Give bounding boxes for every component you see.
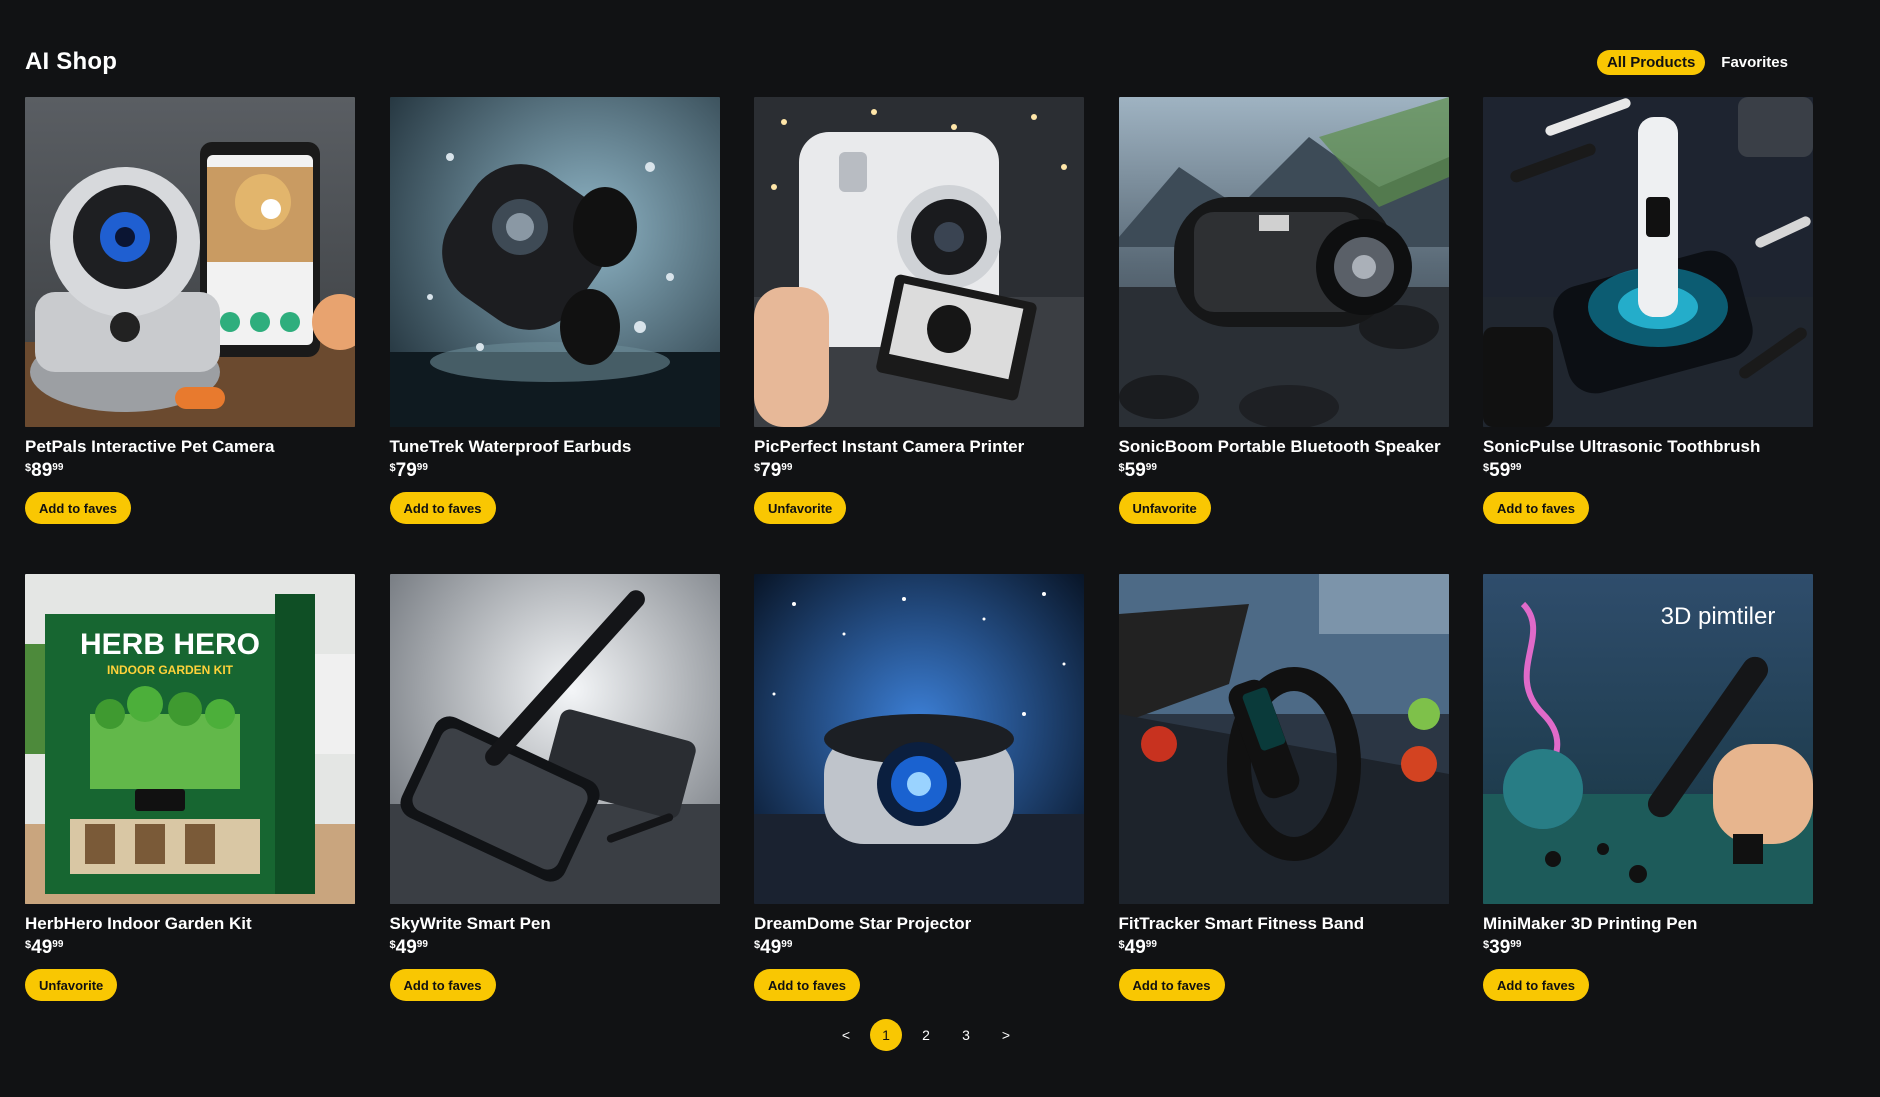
product-name[interactable]: DreamDome Star Projector — [754, 913, 1084, 935]
product-name[interactable]: PetPals Interactive Pet Camera — [25, 436, 355, 458]
product-price: $ 49 99 — [25, 937, 64, 958]
product-image-garden-kit[interactable]: HERB HERO INDOOR GARDEN KIT — [25, 574, 355, 904]
product-image-pet-camera[interactable] — [25, 97, 355, 427]
product-image-toothbrush[interactable] — [1483, 97, 1813, 427]
product-card: TuneTrek Waterproof Earbuds $ 79 99 Add … — [389, 97, 720, 574]
product-price: $ 79 99 — [389, 460, 428, 481]
add-to-faves-button[interactable]: Add to faves — [1483, 969, 1590, 1001]
prev-page-button[interactable]: < — [830, 1019, 862, 1051]
product-name[interactable]: MiniMaker 3D Printing Pen — [1483, 913, 1813, 935]
page-2-button[interactable]: 2 — [910, 1019, 942, 1051]
product-card: PicPerfect Instant Camera Printer $ 79 9… — [754, 97, 1084, 574]
top-nav: All Products Favorites — [1596, 49, 1798, 75]
add-to-faves-button[interactable]: Add to faves — [1483, 492, 1590, 524]
product-name[interactable]: PicPerfect Instant Camera Printer — [754, 436, 1084, 458]
product-image-fitness-band[interactable] — [1118, 574, 1449, 904]
unfavorite-button[interactable]: Unfavorite — [754, 492, 847, 524]
product-image-speaker[interactable] — [1118, 97, 1449, 427]
product-card: SonicPulse Ultrasonic Toothbrush $ 59 99… — [1483, 97, 1813, 574]
product-price: $ 49 99 — [1118, 937, 1157, 958]
product-card: SonicBoom Portable Bluetooth Speaker $ 5… — [1118, 97, 1449, 574]
product-card: 3D pimtiler MiniMaker 3D Printing Pen $ … — [1483, 574, 1813, 1051]
page-3-button[interactable]: 3 — [950, 1019, 982, 1051]
product-price: $ 59 99 — [1118, 460, 1157, 481]
product-card: FitTracker Smart Fitness Band $ 49 99 Ad… — [1118, 574, 1449, 1051]
product-card: HERB HERO INDOOR GARDEN KIT HerbHero Ind… — [25, 574, 355, 1051]
product-name[interactable]: SonicPulse Ultrasonic Toothbrush — [1483, 436, 1813, 458]
app-root: AI Shop All Products Favorites PetPals I… — [0, 0, 1880, 1097]
product-image-star-projector[interactable] — [754, 574, 1084, 904]
add-to-faves-button[interactable]: Add to faves — [25, 492, 132, 524]
product-image-earbuds[interactable] — [389, 97, 720, 427]
nav-favorites[interactable]: Favorites — [1711, 50, 1798, 75]
product-name[interactable]: SonicBoom Portable Bluetooth Speaker — [1119, 436, 1449, 458]
product-image-instant-camera[interactable] — [754, 97, 1084, 427]
add-to-faves-button[interactable]: Add to faves — [1118, 969, 1225, 1001]
product-image-3d-pen[interactable]: 3D pimtiler — [1483, 574, 1813, 904]
nav-all-products[interactable]: All Products — [1596, 49, 1706, 75]
product-card: DreamDome Star Projector $ 49 99 Add to … — [754, 574, 1084, 1051]
product-price: $ 39 99 — [1483, 937, 1522, 958]
add-to-faves-button[interactable]: Add to faves — [389, 492, 496, 524]
product-image-smart-pen[interactable] — [389, 574, 720, 904]
page-title: AI Shop — [25, 48, 118, 75]
unfavorite-button[interactable]: Unfavorite — [25, 969, 118, 1001]
product-price: $ 49 99 — [389, 937, 428, 958]
product-name[interactable]: FitTracker Smart Fitness Band — [1119, 913, 1449, 935]
product-card: SkyWrite Smart Pen $ 49 99 Add to faves — [389, 574, 720, 1051]
product-price: $ 79 99 — [754, 460, 793, 481]
unfavorite-button[interactable]: Unfavorite — [1118, 492, 1211, 524]
product-price: $ 49 99 — [754, 937, 793, 958]
next-page-button[interactable]: > — [990, 1019, 1022, 1051]
product-card: PetPals Interactive Pet Camera $ 89 99 A… — [25, 97, 355, 574]
product-price: $ 59 99 — [1483, 460, 1522, 481]
product-grid: PetPals Interactive Pet Camera $ 89 99 A… — [25, 97, 1813, 1051]
herbhero-box-subtitle: INDOOR GARDEN KIT — [107, 663, 234, 677]
header: AI Shop All Products Favorites — [25, 44, 1798, 80]
product-name[interactable]: TuneTrek Waterproof Earbuds — [390, 436, 720, 458]
add-to-faves-button[interactable]: Add to faves — [389, 969, 496, 1001]
add-to-faves-button[interactable]: Add to faves — [754, 969, 861, 1001]
page-1-button[interactable]: 1 — [870, 1019, 902, 1051]
product-name[interactable]: SkyWrite Smart Pen — [390, 913, 720, 935]
herbhero-box-title: HERB HERO — [80, 628, 260, 661]
product-name[interactable]: HerbHero Indoor Garden Kit — [25, 913, 355, 935]
product-price: $ 89 99 — [25, 460, 64, 481]
pagination: < 1 2 3 > — [826, 1019, 1026, 1051]
minimaker-image-title: 3D pimtiler — [1661, 603, 1776, 630]
